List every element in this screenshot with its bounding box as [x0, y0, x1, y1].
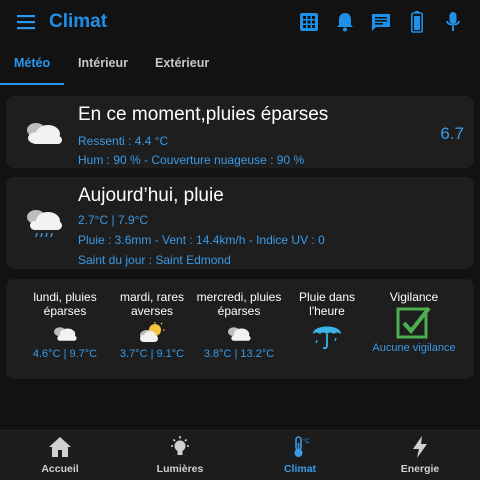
saint-of-day-text: Saint du jour : Saint Edmond [78, 253, 231, 267]
forecast-card: lundi, pluies éparses 4.6°C | 9.7°C mard… [6, 279, 474, 379]
bottom-navigation: Accueil Lumières °C Climat Energie [0, 430, 480, 480]
current-weather-title: En ce moment,pluies éparses [78, 104, 329, 125]
forecast-day-label-2: éparses [217, 304, 261, 318]
forecast-day-label-2: éparses [43, 304, 87, 318]
grid-icon[interactable] [298, 10, 320, 34]
nav-accueil[interactable]: Accueil [0, 431, 120, 480]
vigilance-label: Vigilance [389, 290, 439, 304]
lightbulb-icon [168, 435, 192, 459]
today-weather-title: Aujourd’hui, pluie [78, 185, 224, 206]
rain-hour-label: Pluie dans [298, 290, 356, 304]
tab-interieur[interactable]: Intérieur [78, 56, 128, 70]
forecast-day-label-2: averses [130, 304, 174, 318]
checkbox-icon [368, 304, 460, 342]
nav-lumieres[interactable]: Lumières [120, 431, 240, 480]
svg-text:°C: °C [303, 439, 310, 445]
cloudy-icon [30, 318, 100, 348]
current-weather-card[interactable]: En ce moment,pluies éparses Ressenti : 4… [6, 96, 474, 168]
lightning-icon [408, 435, 432, 459]
top-app-bar: Climat [0, 0, 480, 46]
forecast-temperature: 4.6°C | 9.7°C [32, 348, 98, 360]
thermometer-icon: °C [288, 435, 312, 459]
nav-label: Accueil [41, 463, 79, 475]
forecast-day-label: mardi, rares [119, 290, 184, 304]
forecast-day-wednesday[interactable]: mercredi, pluies éparses 3.8°C | 13.2°C [194, 290, 284, 360]
forecast-day-tuesday[interactable]: mardi, rares averses 3.7°C | 9.1°C [114, 290, 190, 360]
vigilance-status-text: Aucune vigilance [372, 342, 456, 354]
tab-bar: Météo Intérieur Extérieur [0, 46, 480, 85]
vigilance-status[interactable]: Vigilance Aucune vigilance [368, 290, 460, 354]
tab-exterieur[interactable]: Extérieur [155, 56, 209, 70]
forecast-day-label: lundi, pluies [33, 290, 97, 304]
active-tab-indicator [0, 83, 64, 85]
nav-energie[interactable]: Energie [360, 431, 480, 480]
message-icon[interactable] [370, 10, 392, 34]
forecast-day-label: mercredi, pluies [196, 290, 282, 304]
umbrella-icon [294, 318, 360, 352]
microphone-icon[interactable] [442, 10, 464, 34]
tab-meteo[interactable]: Météo [14, 56, 50, 70]
battery-icon[interactable] [406, 10, 428, 34]
forecast-temperature: 3.7°C | 9.1°C [119, 348, 185, 360]
rain-in-hour[interactable]: Pluie dans l'heure [294, 290, 360, 352]
feels-like-text: Ressenti : 4.4 °C [78, 134, 169, 148]
menu-icon[interactable] [17, 14, 37, 30]
current-temperature: 6.7 [440, 124, 464, 143]
cloudy-icon [24, 118, 64, 151]
home-icon [48, 435, 72, 459]
forecast-temperature: 3.8°C | 13.2°C [203, 348, 275, 360]
today-weather-card[interactable]: Aujourd’hui, pluie 2.7°C | 7.9°C Pluie :… [6, 177, 474, 269]
nav-label: Lumières [156, 463, 204, 475]
forecast-day-monday[interactable]: lundi, pluies éparses 4.6°C | 9.7°C [30, 290, 100, 360]
today-details-text: Pluie : 3.6mm - Vent : 14.4km/h - Indice… [78, 233, 325, 247]
app-title: Climat [49, 11, 108, 32]
nav-label: Energie [400, 463, 440, 475]
rain-icon [24, 207, 64, 246]
nav-label: Climat [283, 463, 317, 475]
humidity-text: Hum : 90 % - Couverture nuageuse : 90 % [78, 153, 305, 167]
partly-sunny-icon [114, 318, 190, 348]
today-temperature-range: 2.7°C | 7.9°C [78, 213, 149, 227]
bell-icon[interactable] [334, 10, 356, 34]
nav-climat[interactable]: °C Climat [240, 431, 360, 480]
rain-hour-label-2: l'heure [309, 304, 345, 318]
cloudy-icon [194, 318, 284, 348]
